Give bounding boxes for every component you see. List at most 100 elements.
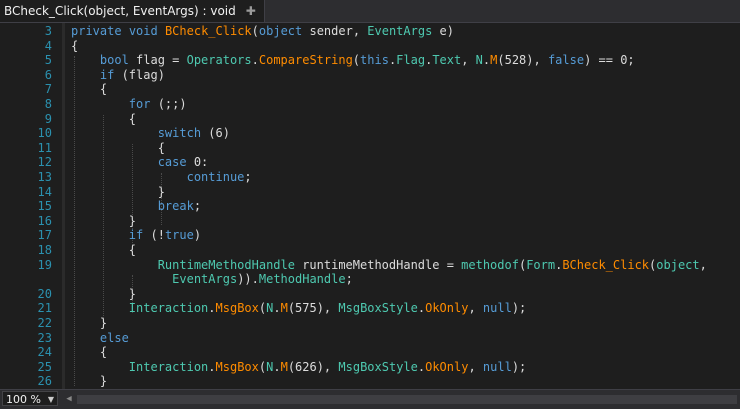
code-token: BCheck_Click [164, 24, 252, 38]
code-token: Interaction [128, 359, 209, 374]
code-text: { [71, 112, 136, 127]
code-token: case [157, 155, 187, 170]
code-token: { [71, 82, 108, 97]
line-number: 5 [44, 53, 52, 68]
code-token: Interaction [128, 301, 209, 316]
code-line: 17 if (!true) [0, 228, 740, 243]
code-token: Text [432, 53, 462, 68]
line-number: 12 [37, 155, 52, 170]
code-text: if (flag) [71, 68, 165, 83]
editor-status-bar: 100 % ▼ ◀ [0, 389, 740, 409]
code-token: { [71, 111, 137, 126]
code-token: (528), [497, 53, 548, 68]
code-token: false [547, 53, 585, 68]
code-token: } [71, 316, 108, 330]
code-token: flag = [128, 53, 187, 68]
code-token: { [71, 140, 165, 155]
code-line: 15 break; [0, 199, 740, 214]
code-token: switch [157, 126, 202, 141]
code-line: 26 } [0, 374, 740, 389]
code-token: void [128, 24, 158, 38]
code-token: (6) [201, 126, 230, 141]
code-text: { [71, 39, 78, 54]
code-token: Operators [186, 53, 252, 68]
code-token: . [251, 53, 259, 68]
line-number: 9 [44, 111, 52, 126]
code-text: private void BCheck_Click(object sender,… [71, 24, 454, 39]
code-token: , [461, 53, 476, 68]
code-token: . [208, 359, 216, 374]
line-number: 21 [37, 301, 52, 316]
line-number: 22 [37, 316, 52, 330]
code-line: 19 RuntimeMethodHandle runtimeMethodHand… [0, 258, 740, 273]
horizontal-scrollbar[interactable] [77, 395, 737, 404]
code-text: Interaction.MsgBox(N.M(626), MsgBoxStyle… [71, 360, 526, 375]
code-token: N [475, 53, 483, 68]
code-token: (flag) [114, 67, 165, 82]
code-token: ( [352, 53, 361, 68]
code-text: switch (6) [71, 126, 230, 141]
code-text: { [71, 141, 165, 156]
code-token: } [71, 184, 165, 199]
code-editor[interactable]: 3 private void BCheck_Click(object sender… [0, 23, 740, 389]
code-token: MsgBoxStyle [338, 359, 418, 374]
code-token: Form [526, 257, 556, 272]
code-token: (! [143, 228, 165, 243]
line-number: 7 [44, 82, 52, 97]
line-number: 10 [37, 126, 52, 141]
code-token: if [99, 67, 115, 82]
code-token: e) [432, 24, 454, 38]
code-token: null [482, 359, 512, 374]
document-tab-bar: BCheck_Click(object, EventArgs) : void ✚ [0, 0, 740, 23]
code-line: 21 Interaction.MsgBox(N.M(575), MsgBoxSt… [0, 301, 740, 316]
line-number: 14 [37, 184, 52, 199]
code-token: for [128, 97, 151, 111]
code-token: (;;) [150, 97, 187, 111]
pin-icon[interactable]: ✚ [246, 4, 256, 18]
code-text: continue; [71, 170, 252, 185]
code-text: break; [71, 199, 201, 214]
code-token: sender, [302, 24, 368, 38]
code-token: , [468, 301, 483, 316]
code-line: 10 switch (6) [0, 126, 740, 141]
line-number: 25 [37, 359, 52, 374]
zoom-dropdown[interactable]: 100 % ▼ [2, 391, 58, 406]
code-token: MsgBox [215, 359, 259, 374]
code-token: ) [193, 228, 202, 243]
code-token: ; [244, 170, 252, 184]
code-token: object [258, 24, 303, 38]
code-line: 11 { [0, 141, 740, 156]
code-line: 3 private void BCheck_Click(object sender… [0, 24, 740, 39]
code-text: { [71, 82, 107, 97]
scroll-left-icon[interactable]: ◀ [64, 392, 74, 406]
code-line: 25 Interaction.MsgBox(N.M(626), MsgBoxSt… [0, 360, 740, 375]
code-line: 6 if (flag) [0, 68, 740, 83]
code-token: , [699, 257, 707, 272]
code-text: for (;;) [71, 97, 187, 112]
code-line: 23 else [0, 331, 740, 346]
code-line: 9 { [0, 112, 740, 127]
code-token: (626), [287, 359, 339, 374]
code-token: ) == 0; [584, 53, 635, 68]
line-number: 18 [37, 243, 52, 257]
line-number: 17 [37, 228, 52, 243]
code-token: EventArgs [367, 24, 433, 38]
line-number: 23 [37, 330, 52, 345]
line-number: 19 [37, 257, 52, 272]
tab-bcheck-click[interactable]: BCheck_Click(object, EventArgs) : void ✚ [0, 0, 265, 22]
code-token: . [273, 301, 281, 316]
code-token: methodof [461, 257, 519, 272]
code-token: else [99, 330, 129, 345]
code-line: 18 { [0, 243, 740, 258]
code-token: ( [251, 24, 259, 38]
code-token: Flag [396, 53, 426, 68]
code-token: break [157, 199, 194, 214]
